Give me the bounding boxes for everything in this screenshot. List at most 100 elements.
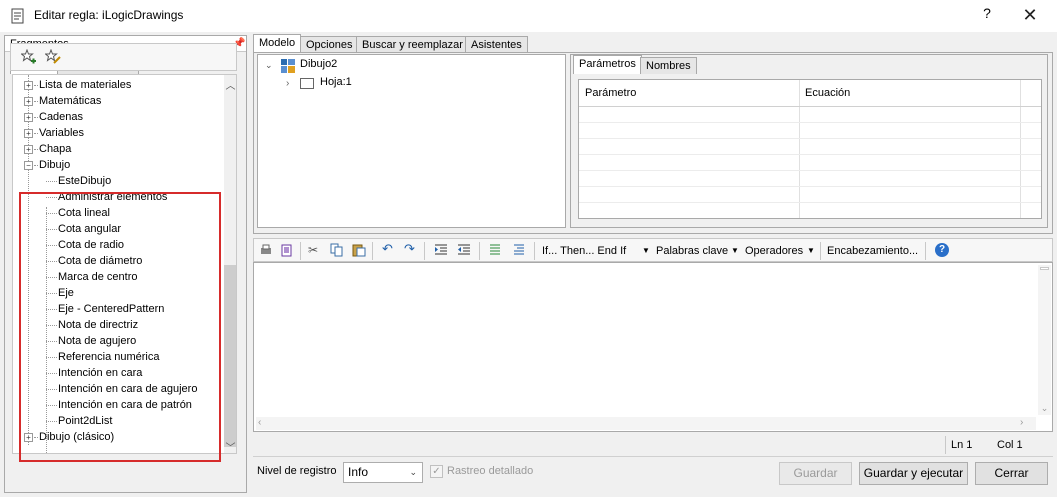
detailed-trace-label: Rastreo detallado xyxy=(447,465,534,477)
header-button[interactable]: Encabezamiento... xyxy=(827,243,918,259)
comment-icon[interactable] xyxy=(488,243,502,257)
editor-hscrollbar[interactable] xyxy=(256,417,1036,430)
tree-connector xyxy=(46,325,57,326)
tree-connector xyxy=(46,309,57,310)
model-child-label[interactable]: Hoja:1 xyxy=(320,76,352,88)
undo-icon[interactable]: ↶ xyxy=(382,242,396,256)
tree-item[interactable]: Eje xyxy=(13,285,223,301)
tree-item-label: Cadenas xyxy=(39,111,84,123)
tab-nombres[interactable]: Nombres xyxy=(640,57,697,74)
tree-connector xyxy=(46,277,57,278)
tree-item[interactable]: Cota lineal xyxy=(13,205,223,221)
tree-scrollbar-thumb[interactable] xyxy=(224,265,236,447)
tab-opciones[interactable]: Opciones xyxy=(300,36,359,53)
close-window-button[interactable]: ✕ xyxy=(1018,3,1042,27)
indent-icon[interactable] xyxy=(434,243,448,257)
copy-icon[interactable] xyxy=(330,243,344,257)
if-then-button[interactable]: If... Then... End If xyxy=(542,243,626,259)
tree-item[interactable]: + Lista de materiales xyxy=(13,77,223,93)
tree-item[interactable]: Nota de agujero xyxy=(13,333,223,349)
dropdown-arrow-icon[interactable]: ▼ xyxy=(642,243,650,259)
toolbar-separator xyxy=(300,242,301,260)
operators-dropdown[interactable]: Operadores xyxy=(745,243,803,259)
tree-connector xyxy=(34,133,38,134)
tree-item[interactable]: + Chapa xyxy=(13,141,223,157)
scroll-up-icon[interactable]: ︿ xyxy=(224,77,236,92)
dropdown-arrow-icon[interactable]: ▼ xyxy=(807,243,815,259)
tree-item[interactable]: Referencia numérica xyxy=(13,349,223,365)
tree-item[interactable]: + Dibujo (clásico) xyxy=(13,429,223,445)
tree-item[interactable]: Administrar elementos xyxy=(13,189,223,205)
tree-item[interactable]: Nota de directriz xyxy=(13,317,223,333)
editor-vscroll-thumb[interactable] xyxy=(1040,267,1049,270)
tree-item[interactable]: Cota de diámetro xyxy=(13,253,223,269)
tree-item[interactable]: + Matemáticas xyxy=(13,93,223,109)
tree-item[interactable]: Cota de radio xyxy=(13,237,223,253)
tree-connector xyxy=(46,389,57,390)
log-level-value: Info xyxy=(348,465,369,479)
expand-node-icon[interactable]: + xyxy=(24,433,33,442)
tree-item[interactable]: Marca de centro xyxy=(13,269,223,285)
close-button[interactable]: Cerrar xyxy=(975,462,1048,485)
cut-icon[interactable]: ✂ xyxy=(308,243,322,257)
paste-icon[interactable] xyxy=(352,243,366,257)
help-button[interactable]: ? xyxy=(980,5,994,21)
expand-node-icon[interactable]: + xyxy=(24,81,33,90)
print-icon[interactable] xyxy=(259,243,273,257)
model-root-label[interactable]: Dibujo2 xyxy=(300,58,337,70)
expand-node-icon[interactable]: + xyxy=(24,129,33,138)
log-level-select[interactable]: Info ⌄ xyxy=(343,462,423,483)
save-and-run-button[interactable]: Guardar y ejecutar xyxy=(859,462,968,485)
tree-connector xyxy=(46,245,57,246)
tree-item[interactable]: + Variables xyxy=(13,125,223,141)
keywords-dropdown[interactable]: Palabras clave xyxy=(656,243,728,259)
tab-asistentes[interactable]: Asistentes xyxy=(465,36,528,53)
tree-item[interactable]: Eje - CenteredPattern xyxy=(13,301,223,317)
collapse-icon[interactable]: ⌄ xyxy=(265,60,273,71)
collapse-node-icon[interactable]: − xyxy=(24,161,33,170)
tree-item-label: Dibujo (clásico) xyxy=(39,431,115,443)
tree-item[interactable]: Intención en cara xyxy=(13,365,223,381)
column-parametro[interactable]: Parámetro xyxy=(585,87,636,99)
scroll-down-icon[interactable]: ⌄ xyxy=(1038,403,1051,414)
tree-connector xyxy=(46,373,57,374)
code-editor[interactable]: ⌄ ‹ › xyxy=(253,262,1053,432)
editor-vscrollbar[interactable] xyxy=(1038,265,1051,415)
line-indicator: Ln 1 xyxy=(951,439,973,451)
tree-item[interactable]: Intención en cara de agujero xyxy=(13,381,223,397)
tab-parametros[interactable]: Parámetros xyxy=(573,55,642,74)
expand-node-icon[interactable]: + xyxy=(24,97,33,106)
tree-connector xyxy=(46,261,57,262)
column-ecuacion[interactable]: Ecuación xyxy=(805,87,850,99)
redo-icon[interactable]: ↷ xyxy=(404,242,418,256)
add-snippet-icon[interactable] xyxy=(20,48,37,65)
detailed-trace-checkbox[interactable]: ✓ xyxy=(430,465,443,478)
print-preview-icon[interactable] xyxy=(280,243,294,257)
edit-snippet-icon[interactable] xyxy=(44,48,61,65)
scroll-left-icon[interactable]: ‹ xyxy=(258,417,261,428)
editor-toolbar: ✂ ↶ ↷ If... Then... End If ▼ Palabras cl… xyxy=(253,238,1053,262)
tree-item[interactable]: Point2dList xyxy=(13,413,223,429)
tree-connector xyxy=(46,421,57,422)
dropdown-arrow-icon[interactable]: ▼ xyxy=(731,243,739,259)
tree-item-label: Intención en cara de patrón xyxy=(58,399,192,411)
expand-node-icon[interactable]: + xyxy=(24,145,33,154)
expand-icon[interactable]: › xyxy=(286,78,289,89)
tree-item[interactable]: + Cadenas xyxy=(13,109,223,125)
editor-status: Ln 1 Col 1 xyxy=(253,433,1053,457)
tree-item[interactable]: Intención en cara de patrón xyxy=(13,397,223,413)
tree-item[interactable]: EsteDibujo xyxy=(13,173,223,189)
tab-buscar-reemplazar[interactable]: Buscar y reemplazar xyxy=(356,36,469,53)
tree-item[interactable]: − Dibujo xyxy=(13,157,223,173)
tab-modelo[interactable]: Modelo xyxy=(253,34,302,53)
tree-item[interactable]: Cota angular xyxy=(13,221,223,237)
scroll-down-icon[interactable]: ﹀ xyxy=(224,439,236,453)
outdent-icon[interactable] xyxy=(457,243,471,257)
tree-item-label: Lista de materiales xyxy=(39,79,132,91)
help-icon[interactable]: ? xyxy=(935,243,949,257)
uncomment-icon[interactable] xyxy=(512,243,526,257)
save-button[interactable]: Guardar xyxy=(779,462,852,485)
tree-connector xyxy=(34,117,38,118)
expand-node-icon[interactable]: + xyxy=(24,113,33,122)
scroll-right-icon[interactable]: › xyxy=(1020,417,1023,428)
